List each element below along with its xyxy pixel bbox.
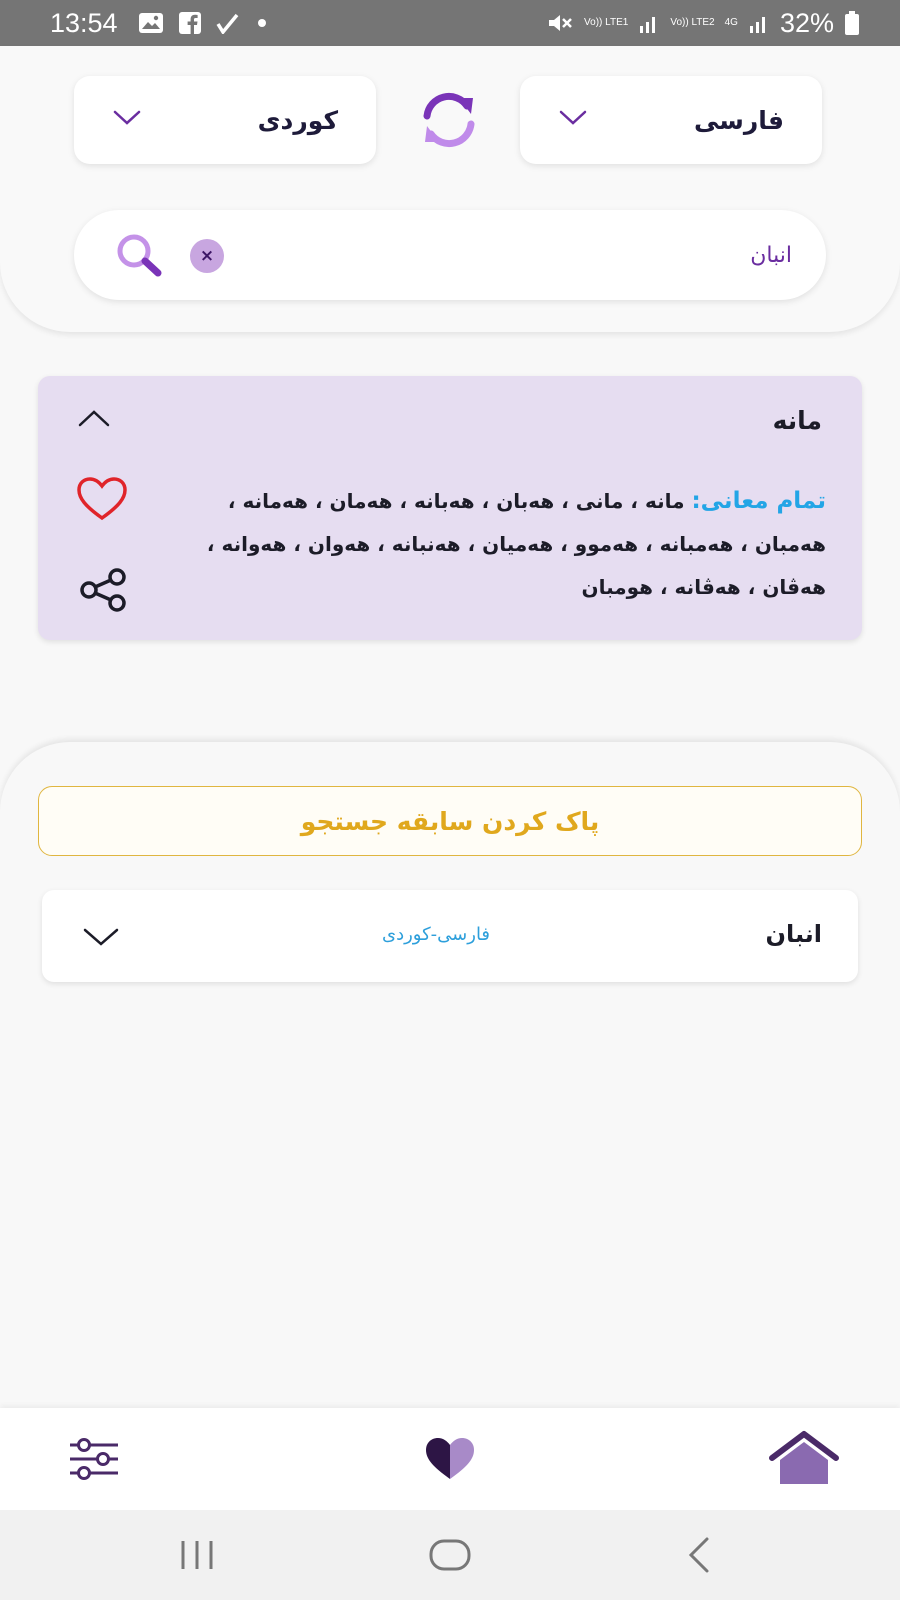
signal-icon [638, 12, 660, 34]
search-input[interactable] [272, 230, 792, 280]
search-button[interactable] [114, 232, 166, 278]
sliders-icon [70, 1438, 118, 1480]
search-bar: × [74, 210, 826, 300]
clear-history-button[interactable]: پاک کردن سابقه جستجو [38, 786, 862, 856]
chevron-down-icon [83, 928, 119, 946]
swap-languages-button[interactable] [418, 91, 480, 149]
search-icon [117, 234, 162, 277]
system-home-button[interactable] [420, 1530, 480, 1580]
status-bar: 13:54 Vo)) LTE1 Vo)) LTE2 4G 32% [0, 0, 900, 46]
status-bar-left: 13:54 [50, 8, 266, 39]
result-word: مانه [772, 406, 822, 435]
network-type: 4G [724, 17, 738, 28]
history-word: انبان [765, 920, 822, 948]
swap-icon [423, 93, 475, 147]
sim1-label: Vo)) LTE1 [584, 17, 629, 28]
system-navigation-bar [0, 1510, 900, 1600]
target-language-select[interactable]: کوردی [74, 76, 376, 164]
nav-home-button[interactable] [768, 1428, 840, 1490]
history-language-pair: فارسی-کوردی [382, 924, 491, 945]
sim2-label: Vo)) LTE2 [670, 17, 715, 28]
heart-icon [426, 1438, 474, 1479]
heart-icon [77, 477, 127, 521]
facebook-icon [178, 11, 202, 35]
share-icon [80, 568, 126, 612]
gallery-icon [138, 12, 164, 34]
mute-icon [546, 11, 574, 35]
meanings-label: تمام معانی: [691, 488, 826, 514]
history-item[interactable]: فارسی-کوردی انبان [42, 890, 858, 982]
collapse-result-button[interactable] [74, 398, 114, 438]
status-time: 13:54 [50, 7, 118, 38]
battery-icon [844, 10, 860, 36]
system-back-button[interactable] [668, 1530, 728, 1580]
status-bar-right: Vo)) LTE1 Vo)) LTE2 4G 32% [546, 8, 860, 39]
translation-result-card: مانه تمام معانی: مانه ، مانی ، هه‌بان ، … [38, 376, 862, 640]
target-language-label: کوردی [257, 105, 338, 135]
share-button[interactable] [78, 566, 130, 614]
chevron-down-icon [558, 109, 588, 131]
expand-history-item-button[interactable] [78, 914, 124, 960]
notification-dot-icon [257, 19, 266, 27]
chevron-down-icon [112, 109, 142, 131]
system-home-icon [429, 1539, 471, 1571]
bottom-navigation [0, 1408, 900, 1510]
back-icon [688, 1537, 709, 1573]
check-icon [216, 12, 240, 34]
source-language-label: فارسی [693, 105, 784, 135]
nav-settings-button[interactable] [58, 1428, 130, 1490]
source-language-select[interactable]: فارسی [520, 76, 822, 164]
home-icon [769, 1431, 839, 1484]
meanings-text-block: تمام معانی: مانه ، مانی ، هه‌بان ، هه‌با… [206, 480, 826, 609]
language-search-panel: کوردی فارسی × [0, 46, 900, 332]
chevron-up-icon [78, 410, 110, 427]
add-favorite-button[interactable] [74, 474, 130, 524]
recent-apps-icon [181, 1541, 213, 1569]
recent-apps-button[interactable] [167, 1530, 227, 1580]
search-history-panel: پاک کردن سابقه جستجو فارسی-کوردی انبان [0, 742, 900, 1408]
clear-search-button[interactable]: × [190, 239, 224, 273]
nav-favorites-button[interactable] [414, 1428, 486, 1490]
battery-level: 32% [779, 7, 834, 38]
signal-icon [748, 12, 770, 34]
